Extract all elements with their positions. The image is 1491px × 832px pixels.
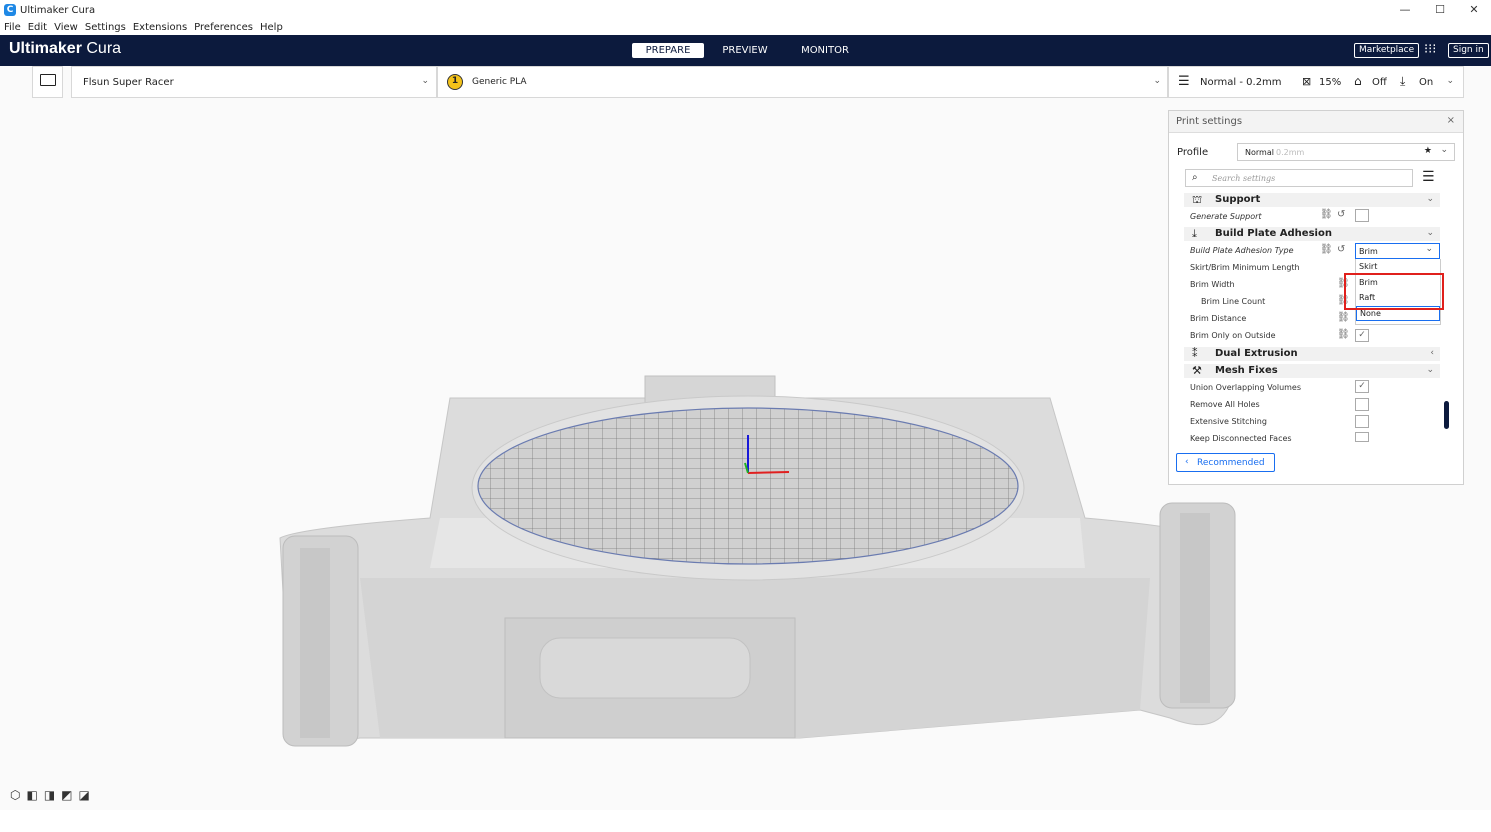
left-view-icon[interactable]: ◩: [61, 788, 72, 802]
setting-brim-only-outside: Brim Only on Outside: [1190, 331, 1276, 340]
recommended-button[interactable]: ‹ Recommended: [1176, 453, 1275, 472]
remove-holes-checkbox[interactable]: [1355, 398, 1369, 411]
chevron-down-icon: ⌄: [1425, 244, 1433, 254]
tab-preview[interactable]: PREVIEW: [712, 43, 778, 58]
adhesion-type-dropdown[interactable]: Brim ⌄: [1355, 243, 1440, 259]
menu-help[interactable]: Help: [260, 22, 283, 33]
chevron-down-icon: ⌄: [421, 76, 429, 86]
chevron-left-icon: ‹: [1430, 348, 1434, 358]
extensive-stitching-checkbox[interactable]: [1355, 415, 1369, 428]
chevron-down-icon: ⌄: [1153, 76, 1161, 86]
setting-union-volumes: Union Overlapping Volumes: [1190, 383, 1302, 392]
setting-brim-line-count: Brim Line Count: [1201, 297, 1266, 306]
generate-support-checkbox[interactable]: [1355, 209, 1369, 222]
link-icon: ⛓: [1320, 244, 1333, 255]
category-mesh-fixes[interactable]: ⚒ Mesh Fixes ⌄: [1184, 364, 1440, 378]
category-build-plate-adhesion[interactable]: ⤓ Build Plate Adhesion ⌄: [1184, 227, 1440, 241]
profile-summary: Normal - 0.2mm: [1200, 77, 1282, 88]
chevron-down-icon: ⌄: [1440, 145, 1448, 155]
folder-icon: [40, 74, 56, 86]
setting-generate-support: Generate Support: [1190, 212, 1262, 221]
settings-menu-icon[interactable]: ☰: [1422, 169, 1435, 185]
setting-keep-disconnected: Keep Disconnected Faces: [1190, 434, 1292, 443]
keep-disconnected-checkbox[interactable]: [1355, 432, 1369, 442]
highlight-box: [1344, 273, 1444, 310]
top-view-icon[interactable]: ◨: [44, 788, 55, 802]
settings-scrollbar[interactable]: [1444, 401, 1449, 429]
panel-title: Print settings: [1176, 116, 1243, 127]
menu-view[interactable]: View: [54, 22, 78, 33]
link-icon: ⛓: [1337, 312, 1350, 323]
printer-selector[interactable]: Flsun Super Racer ⌄: [71, 66, 437, 98]
link-icon: ⛓: [1337, 329, 1350, 340]
option-skirt[interactable]: Skirt: [1356, 259, 1440, 274]
reset-icon[interactable]: ↺: [1337, 209, 1345, 220]
cura-logo: Ultimaker Cura: [9, 40, 122, 57]
menu-bar: File Edit View Settings Extensions Prefe…: [0, 20, 1491, 35]
adhesion-icon: ⤓: [1192, 227, 1197, 240]
search-icon: ⌕: [1192, 172, 1198, 183]
wrench-icon: ⚒: [1192, 364, 1202, 377]
printer-name: Flsun Super Racer: [83, 77, 174, 88]
setting-adhesion-type: Build Plate Adhesion Type: [1190, 246, 1294, 255]
link-icon: ⛓: [1320, 209, 1333, 220]
menu-file[interactable]: File: [4, 22, 21, 33]
cura-app-icon: C: [4, 4, 16, 16]
front-view-icon[interactable]: ◧: [26, 788, 37, 802]
maximize-button[interactable]: ☐: [1423, 0, 1457, 20]
tab-prepare[interactable]: PREPARE: [632, 43, 704, 58]
adhesion-icon: ⤓: [1400, 74, 1406, 88]
chevron-down-icon: ⌄: [1426, 365, 1434, 375]
infill-icon: ⊠: [1302, 75, 1312, 88]
window-title: Ultimaker Cura: [20, 4, 96, 16]
chevron-left-icon: ‹: [1185, 457, 1189, 467]
setting-brim-width: Brim Width: [1190, 280, 1235, 289]
sign-in-button[interactable]: Sign in: [1448, 43, 1489, 58]
adhesion-value: On: [1419, 77, 1434, 88]
menu-preferences[interactable]: Preferences: [194, 22, 253, 33]
window-titlebar: C Ultimaker Cura: [0, 0, 1491, 20]
support-icon: ⛫: [1192, 193, 1203, 206]
app-header: Ultimaker Cura PREPARE PREVIEW MONITOR M…: [0, 35, 1491, 66]
category-support[interactable]: ⛫ Support ⌄: [1184, 193, 1440, 207]
infill-value: 15%: [1319, 77, 1342, 88]
close-window-button[interactable]: ✕: [1457, 0, 1491, 20]
menu-settings[interactable]: Settings: [85, 22, 126, 33]
bottom-strip: [0, 810, 1491, 832]
view-orientation-toolbar: ⬡ ◧ ◨ ◩ ◪: [10, 788, 90, 802]
setting-extensive-stitching: Extensive Stitching: [1190, 417, 1267, 426]
profile-dropdown[interactable]: Normal 0.2mm ★ ⌄: [1237, 143, 1455, 161]
setting-remove-holes: Remove All Holes: [1190, 400, 1260, 409]
sliders-icon: ☰: [1178, 74, 1190, 89]
profile-label: Profile: [1177, 147, 1209, 158]
chevron-down-icon: ⌄: [1426, 228, 1434, 238]
right-view-icon[interactable]: ◪: [79, 788, 90, 802]
material-selector[interactable]: 1 Generic PLA ⌄: [437, 66, 1168, 98]
3d-view-icon[interactable]: ⬡: [10, 788, 20, 802]
open-file-button[interactable]: [32, 66, 63, 98]
tab-monitor[interactable]: MONITOR: [790, 43, 860, 58]
support-value: Off: [1372, 77, 1387, 88]
setting-brim-distance: Brim Distance: [1190, 314, 1247, 323]
minimize-button[interactable]: —: [1388, 0, 1422, 20]
search-input[interactable]: ⌕ Search settings: [1185, 169, 1413, 187]
menu-extensions[interactable]: Extensions: [133, 22, 187, 33]
extruder-badge: 1: [447, 74, 463, 90]
union-volumes-checkbox[interactable]: ✓: [1355, 380, 1369, 393]
star-icon: ★: [1423, 146, 1432, 156]
close-icon[interactable]: ×: [1447, 115, 1455, 126]
menu-edit[interactable]: Edit: [28, 22, 47, 33]
support-icon: ⌂: [1354, 74, 1362, 88]
chevron-down-icon: ⌄: [1426, 194, 1434, 204]
setting-skirt-min-length: Skirt/Brim Minimum Length: [1190, 263, 1300, 272]
print-setup-selector[interactable]: ☰ Normal - 0.2mm ⊠ 15% ⌂ Off ⤓ On ⌄: [1168, 66, 1464, 98]
brim-outside-checkbox[interactable]: ✓: [1355, 329, 1369, 342]
reset-icon[interactable]: ↺: [1337, 244, 1345, 255]
material-name: Generic PLA: [472, 77, 527, 87]
marketplace-button[interactable]: Marketplace: [1354, 43, 1420, 58]
category-dual-extrusion[interactable]: ⁑ Dual Extrusion ‹: [1184, 347, 1440, 361]
chevron-down-icon: ⌄: [1446, 76, 1454, 86]
dual-extrusion-icon: ⁑: [1192, 347, 1198, 360]
apps-grid-icon[interactable]: ⁝⁝⁝: [1424, 42, 1436, 57]
